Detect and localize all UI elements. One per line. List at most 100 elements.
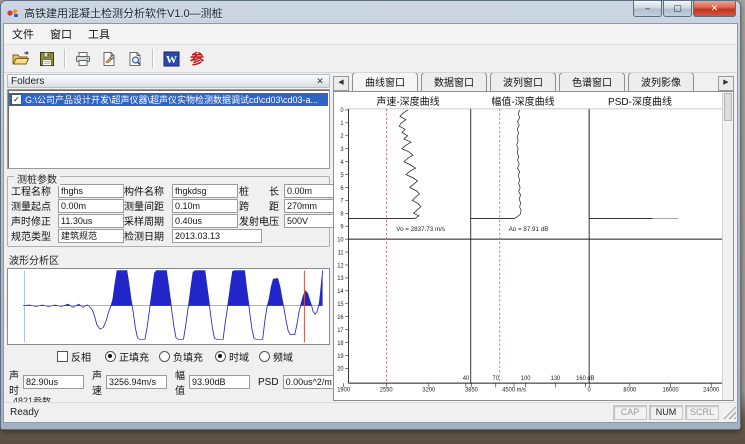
svg-text:0: 0 xyxy=(588,387,592,393)
open-folder-icon xyxy=(12,51,30,67)
svg-text:12: 12 xyxy=(337,263,344,269)
svg-text:11: 11 xyxy=(338,250,345,256)
amplitude-field[interactable] xyxy=(189,375,250,389)
param-input-sample-period[interactable] xyxy=(172,214,238,228)
svg-text:2550: 2550 xyxy=(380,387,393,393)
tabbar: ◀ 曲线窗口 数据窗口 波列窗口 色谱窗口 波列影像 ▶ xyxy=(333,74,734,91)
menu-item-tools[interactable]: 工具 xyxy=(80,24,118,44)
freq-domain-label: 频域 xyxy=(273,349,293,364)
param-input-spacing[interactable] xyxy=(172,199,238,213)
menu-item-file[interactable]: 文件 xyxy=(4,24,42,44)
fill-positive-radio[interactable] xyxy=(105,351,116,362)
save-button[interactable] xyxy=(34,46,60,71)
svg-text:7: 7 xyxy=(340,199,344,205)
depth-charts-svg: 0123456789101112131415161718192019002550… xyxy=(334,92,723,400)
svg-text:8: 8 xyxy=(340,211,344,217)
chart-area[interactable]: 声速-深度曲线 幅值-深度曲线 PSD-深度曲线 012345678910111… xyxy=(333,91,734,401)
time-domain-radio[interactable] xyxy=(215,351,226,362)
printer-icon xyxy=(74,51,92,67)
file-path: G:\公司产品设计开发\超声仪器\超声仪实物检测数据调试cd\cd03\cd03… xyxy=(25,93,318,106)
toolbar-separator xyxy=(152,49,154,68)
invert-checkbox[interactable] xyxy=(57,351,68,362)
svg-text:15: 15 xyxy=(337,302,344,308)
indicator-num: NUM xyxy=(649,405,683,420)
svg-text:4: 4 xyxy=(340,160,344,166)
velocity-label: 声 速 xyxy=(92,367,102,397)
param-input-project[interactable] xyxy=(58,184,124,198)
svg-text:2: 2 xyxy=(340,134,344,140)
svg-text:70: 70 xyxy=(493,376,500,382)
status-bar: Ready CAP NUM SCRL xyxy=(4,402,737,422)
tab-waveimage-window[interactable]: 波列影像 xyxy=(628,73,694,91)
app-window: 高铁建用混凝土检测分析软件V1.0—测桩 – ▢ ✕ 文件 窗口 工具 xyxy=(0,0,741,430)
tab-scroll-right-icon[interactable]: ▶ xyxy=(718,76,734,91)
pile-params-group: 测桩参数 工程名称 构件名称 桩 长 测量起点 测量间距 跨 距 xyxy=(7,176,330,247)
tab-curve-window[interactable]: 曲线窗口 xyxy=(352,73,418,91)
svg-text:16000: 16000 xyxy=(663,387,680,393)
folders-panel-header: Folders ✕ xyxy=(7,74,330,88)
menu-item-window[interactable]: 窗口 xyxy=(42,24,80,44)
print-button[interactable] xyxy=(70,46,96,71)
svg-text:20: 20 xyxy=(337,366,344,372)
file-checkbox[interactable]: ✓ xyxy=(11,94,22,105)
amplitude-label: 幅 值 xyxy=(175,367,185,397)
folders-close-icon[interactable]: ✕ xyxy=(314,76,326,87)
param-input-component[interactable] xyxy=(172,184,238,198)
param-input-date[interactable] xyxy=(172,229,262,243)
close-button[interactable]: ✕ xyxy=(693,1,736,17)
file-list[interactable]: ✓ G:\公司产品设计开发\超声仪器\超声仪实物检测数据调试cd\cd03\cd… xyxy=(7,89,330,169)
tab-data-window[interactable]: 数据窗口 xyxy=(421,73,487,91)
minimize-button[interactable]: – xyxy=(633,1,662,17)
param-label: 跨 距 xyxy=(239,198,284,213)
print-preview-button[interactable] xyxy=(122,46,148,71)
open-button[interactable] xyxy=(8,46,34,71)
waveform-plot[interactable] xyxy=(7,268,330,345)
folders-title: Folders xyxy=(11,76,44,87)
window-title: 高铁建用混凝土检测分析软件V1.0—测桩 xyxy=(24,5,223,21)
svg-text:3: 3 xyxy=(340,147,344,153)
tab-spectrum-window[interactable]: 色谱窗口 xyxy=(559,73,625,91)
svg-text:17: 17 xyxy=(337,328,344,334)
svg-text:10: 10 xyxy=(337,237,344,243)
param-label: 构件名称 xyxy=(124,183,172,198)
svg-text:5: 5 xyxy=(340,173,344,179)
invert-label: 反相 xyxy=(71,349,91,364)
tab-waveseries-window[interactable]: 波列窗口 xyxy=(490,73,556,91)
tab-scroll-left-icon[interactable]: ◀ xyxy=(333,76,349,91)
file-item[interactable]: ✓ G:\公司产品设计开发\超声仪器\超声仪实物检测数据调试cd\cd03\cd… xyxy=(9,93,328,106)
svg-text:3850: 3850 xyxy=(465,387,478,393)
resize-grip[interactable] xyxy=(723,406,736,419)
word-export-button[interactable]: W xyxy=(158,46,184,71)
param-input-standard[interactable] xyxy=(58,229,124,243)
right-pane: ◀ 曲线窗口 数据窗口 波列窗口 色谱窗口 波列影像 ▶ 声速-深度曲线 幅值-… xyxy=(331,73,737,402)
vertical-scrollbar[interactable] xyxy=(722,92,733,400)
svg-text:13: 13 xyxy=(337,276,344,282)
print-setup-button[interactable] xyxy=(96,46,122,71)
pile-params-title: 测桩参数 xyxy=(14,171,60,186)
indicator-scrl: SCRL xyxy=(685,405,719,420)
fill-negative-radio[interactable] xyxy=(159,351,170,362)
param-label: 测量间距 xyxy=(124,198,172,213)
velocity-field[interactable] xyxy=(106,375,167,389)
scrollbar-thumb[interactable] xyxy=(724,93,732,121)
fill-negative-label: 负填充 xyxy=(173,349,203,364)
freq-domain-radio[interactable] xyxy=(259,351,270,362)
svg-text:14: 14 xyxy=(337,289,344,295)
svg-text:9: 9 xyxy=(340,224,344,230)
param-label: 声时修正 xyxy=(11,213,58,228)
svg-text:40: 40 xyxy=(463,376,470,382)
params-glyph: 参 xyxy=(190,52,204,66)
waveform-panel-title: 波形分析区 xyxy=(9,252,330,267)
param-label: 规范类型 xyxy=(11,228,58,243)
params-button[interactable]: 参 xyxy=(184,46,210,71)
maximize-button[interactable]: ▢ xyxy=(663,1,692,17)
param-input-start[interactable] xyxy=(58,199,124,213)
titlebar: 高铁建用混凝土检测分析软件V1.0—测桩 – ▢ ✕ xyxy=(3,3,738,23)
left-pane: Folders ✕ ✓ G:\公司产品设计开发\超声仪器\超声仪实物检测数据调试… xyxy=(4,73,331,402)
param-input-sound-correction[interactable] xyxy=(58,214,124,228)
svg-text:24000: 24000 xyxy=(703,387,720,393)
sound-time-field[interactable] xyxy=(23,375,84,389)
time-domain-label: 时域 xyxy=(229,349,249,364)
svg-text:4500 m/s: 4500 m/s xyxy=(502,387,526,393)
param-label: 检测日期 xyxy=(124,228,172,243)
